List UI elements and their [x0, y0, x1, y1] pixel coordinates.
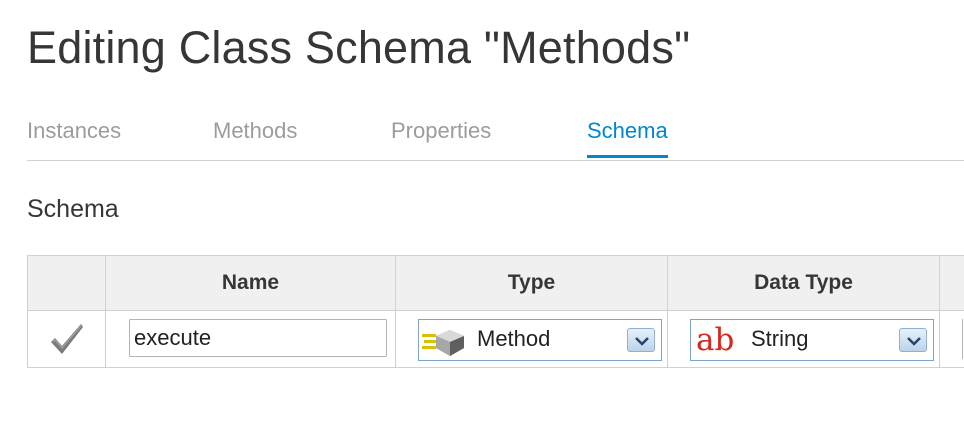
tab-methods[interactable]: Methods	[213, 118, 297, 158]
method-icon	[422, 330, 464, 356]
row-type-cell: Method	[395, 310, 668, 368]
column-header-type[interactable]: Type	[395, 255, 668, 311]
name-input[interactable]	[129, 319, 387, 357]
table-row: Method ab String	[27, 310, 964, 368]
tab-properties[interactable]: Properties	[391, 118, 491, 158]
schema-grid: Name Type Data Type execute Method ab St…	[27, 255, 964, 368]
tab-schema[interactable]: Schema	[587, 118, 668, 158]
section-title: Schema	[27, 195, 119, 223]
row-name-cell	[105, 310, 396, 368]
column-header-name[interactable]: Name	[105, 255, 396, 311]
data-type-dropdown-button[interactable]	[899, 328, 927, 352]
data-type-select-value: String	[751, 326, 809, 351]
type-select[interactable]: Method	[418, 319, 662, 361]
row-data-type-cell: ab String	[667, 310, 940, 368]
type-dropdown-button[interactable]	[627, 328, 655, 352]
checkmark-icon	[51, 324, 83, 354]
row-extra-cell	[939, 310, 964, 368]
type-select-value: Method	[477, 326, 551, 351]
grid-header-row: Name Type Data Type	[27, 255, 964, 311]
column-header-data-type[interactable]: Data Type	[667, 255, 940, 311]
chevron-down-icon	[635, 337, 649, 346]
row-check-cell[interactable]	[27, 310, 106, 368]
string-type-icon: ab	[696, 322, 735, 358]
page-title: Editing Class Schema "Methods"	[27, 22, 691, 73]
tab-bar: Instances Methods Properties Schema	[27, 110, 964, 161]
chevron-down-icon	[907, 337, 921, 346]
data-type-select[interactable]: ab String	[690, 319, 934, 361]
column-header-select	[27, 255, 106, 311]
column-header-extra	[939, 255, 964, 311]
tab-instances[interactable]: Instances	[27, 118, 121, 158]
